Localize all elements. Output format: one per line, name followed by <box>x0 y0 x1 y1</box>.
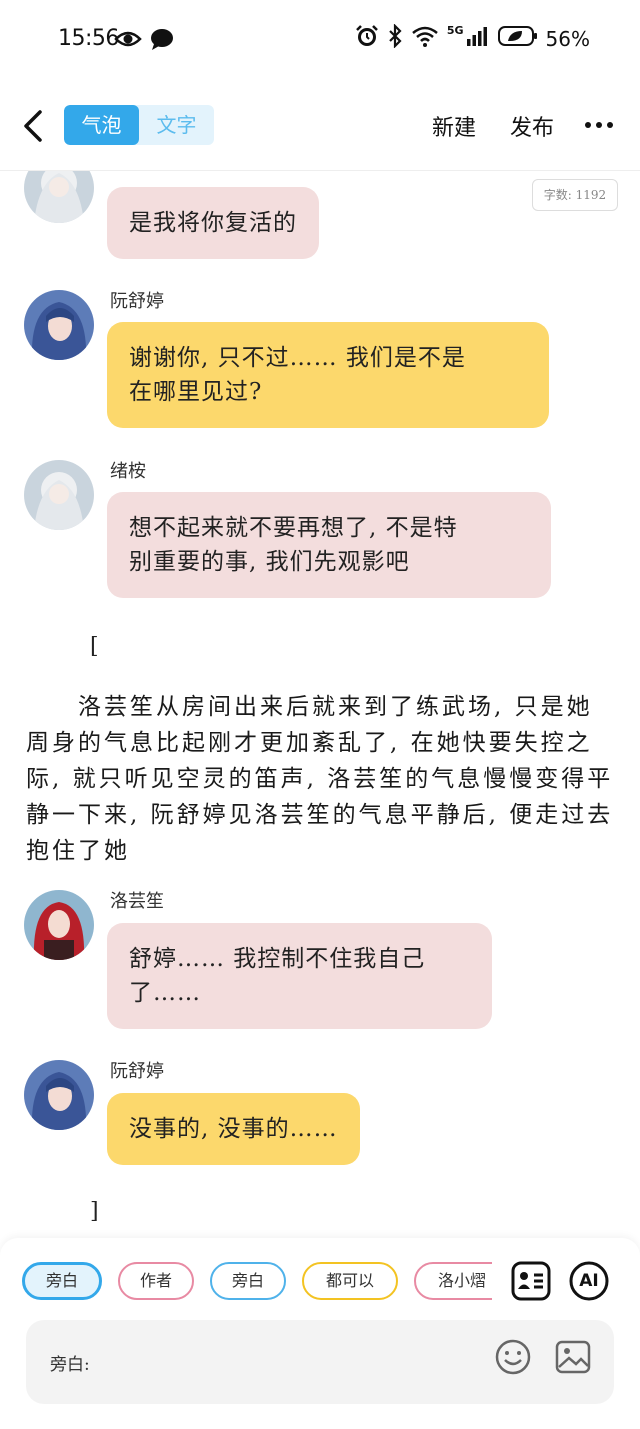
image-icon <box>555 1340 591 1374</box>
bottom-panel: 旁白 作者 旁白 都可以 洛小熠 AI 旁白: <box>0 1238 640 1429</box>
message-text: 想不起来就不要再想了, 不是特 <box>129 515 458 541</box>
bracket-open: [ <box>90 634 99 659</box>
network-type: 5G <box>446 24 464 37</box>
input-role-label: 旁白: <box>50 1355 90 1375</box>
avatar-white-hair[interactable] <box>24 171 94 223</box>
speaker-name: 绪桉 <box>110 461 146 482</box>
speaker-name: 洛芸笙 <box>110 891 164 912</box>
speaker-name: 阮舒婷 <box>110 291 164 312</box>
more-button[interactable] <box>584 110 614 140</box>
status-time: 15:56 <box>58 26 119 51</box>
tab-bubble[interactable]: 气泡 <box>64 105 139 145</box>
text-input-box[interactable]: 旁白: <box>26 1320 614 1404</box>
new-button[interactable]: 新建 <box>432 110 476 142</box>
smiley-icon <box>495 1339 531 1375</box>
wifi-icon <box>411 25 439 52</box>
bluetooth-icon <box>387 23 403 53</box>
chat-area[interactable]: 字数: 1192 是我将你复活的 阮舒婷 谢谢你, 只不过…… 我们是不是 在哪… <box>0 171 640 1236</box>
status-left-icons <box>114 28 174 54</box>
signal-icon <box>466 25 490 52</box>
role-chips: 旁白 作者 旁白 都可以 洛小熠 <box>22 1262 492 1302</box>
eye-icon <box>114 29 142 53</box>
header: 气泡 文字 新建 发布 <box>0 96 640 160</box>
publish-button[interactable]: 发布 <box>510 110 554 142</box>
emoji-button[interactable] <box>494 1338 532 1376</box>
battery-icon <box>497 25 538 52</box>
message-text: 谢谢你, 只不过…… 我们是不是 <box>129 345 466 371</box>
contact-card-icon <box>511 1261 551 1301</box>
bracket-close: ] <box>90 1199 99 1224</box>
chevron-left-icon <box>24 110 42 142</box>
alarm-icon <box>355 24 379 53</box>
message-text: 了…… <box>129 980 201 1006</box>
role-chip-narrator[interactable]: 旁白 <box>22 1262 102 1300</box>
message-icon <box>150 28 174 54</box>
message-bubble[interactable]: 谢谢你, 只不过…… 我们是不是 在哪里见过? <box>107 322 549 428</box>
mode-tabs: 气泡 文字 <box>64 105 214 145</box>
message-bubble[interactable]: 舒婷…… 我控制不住我自己 了…… <box>107 923 492 1029</box>
message-text: 没事的, 没事的…… <box>129 1116 338 1142</box>
more-dots-icon <box>585 122 613 128</box>
avatar-blue-hair[interactable] <box>24 290 94 360</box>
back-button[interactable] <box>18 106 48 146</box>
message-text: 舒婷…… 我控制不住我自己 <box>129 946 426 972</box>
role-chip-character[interactable]: 洛小熠 <box>414 1262 492 1300</box>
message-text: 在哪里见过? <box>129 379 263 405</box>
status-right: 5G 56% <box>355 23 590 53</box>
message-bubble[interactable]: 没事的, 没事的…… <box>107 1093 360 1165</box>
word-count-badge: 字数: 1192 <box>532 179 618 211</box>
message-text: 是我将你复活的 <box>129 210 297 236</box>
message-bubble[interactable]: 是我将你复活的 <box>107 187 319 259</box>
role-chip-narrator-alt[interactable]: 旁白 <box>210 1262 286 1300</box>
ai-button[interactable]: AI <box>568 1260 610 1302</box>
avatar-white-hair[interactable] <box>24 460 94 530</box>
battery-level: 56% <box>545 26 590 51</box>
ai-label: AI <box>579 1271 599 1291</box>
image-button[interactable] <box>554 1338 592 1376</box>
status-bar: 15:56 5G 56% <box>0 0 640 80</box>
tab-text[interactable]: 文字 <box>139 105 214 145</box>
role-chip-author[interactable]: 作者 <box>118 1262 194 1300</box>
narration-text[interactable]: 洛芸笙从房间出来后就来到了练武场, 只是她周身的气息比起刚才更加紊乱了, 在她快… <box>26 689 616 869</box>
role-chip-either[interactable]: 都可以 <box>302 1262 398 1300</box>
role-manage-button[interactable] <box>510 1260 552 1302</box>
avatar-red-hair[interactable] <box>24 890 94 960</box>
app-root: 15:56 5G 56% 气泡 文字 新建 发布 字数: 1192 是我将你复活… <box>0 0 640 1429</box>
avatar-blue-hair[interactable] <box>24 1060 94 1130</box>
speaker-name: 阮舒婷 <box>110 1061 164 1082</box>
message-text: 别重要的事, 我们先观影吧 <box>129 549 410 575</box>
message-bubble[interactable]: 想不起来就不要再想了, 不是特 别重要的事, 我们先观影吧 <box>107 492 551 598</box>
